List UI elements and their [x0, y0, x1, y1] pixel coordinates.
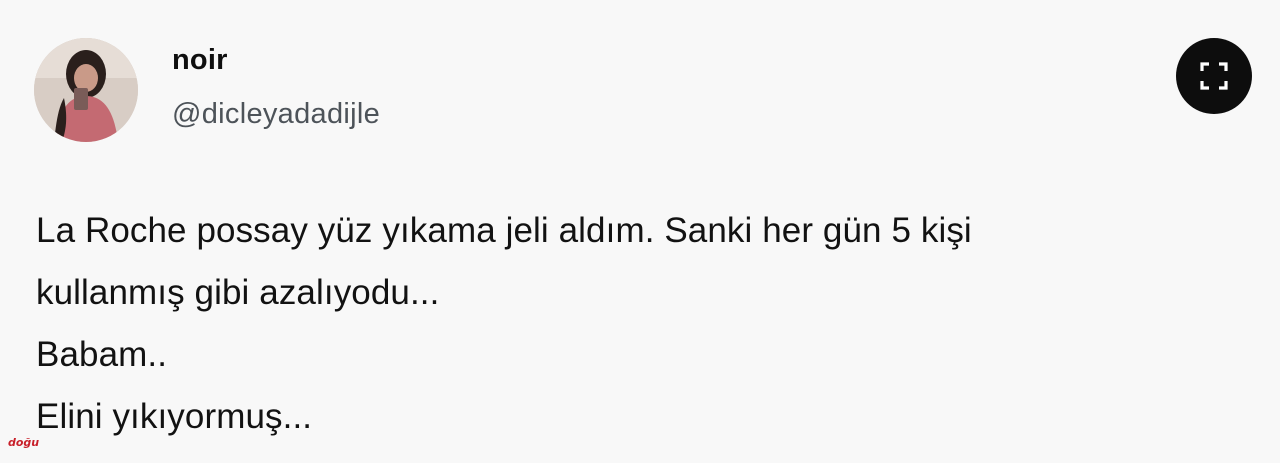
avatar-image [34, 38, 138, 142]
tweet-line: kullanmış gibi azalıyodu... [36, 273, 440, 312]
expand-icon [1200, 62, 1228, 90]
user-handle[interactable]: @dicleyadadijle [172, 98, 380, 131]
tweet-card: noir @dicleyadadijle La Roche possay yüz… [0, 0, 1280, 463]
tweet-line: La Roche possay yüz yıkama jeli aldım. S… [36, 211, 972, 250]
avatar[interactable] [34, 38, 138, 142]
tweet-line: Elini yıkıyormuş... [36, 397, 313, 436]
tweet-line: Babam.. [36, 335, 168, 374]
watermark-logo: doğu [8, 436, 40, 449]
display-name[interactable]: noir [172, 44, 228, 77]
tweet-text: La Roche possay yüz yıkama jeli aldım. S… [36, 200, 1236, 448]
expand-button[interactable] [1176, 38, 1252, 114]
